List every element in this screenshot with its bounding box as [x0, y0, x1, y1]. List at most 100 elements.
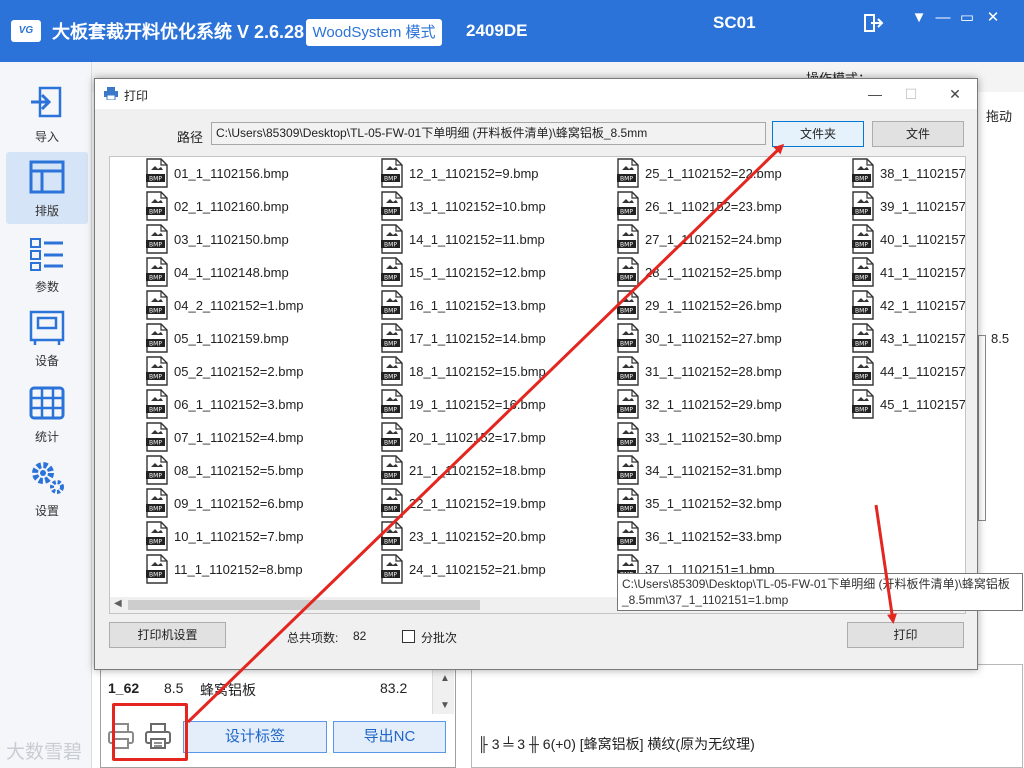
file-item[interactable]: BMP 04_1_1102148.bmp: [146, 256, 376, 288]
file-item[interactable]: BMP 18_1_1102152=15.bmp: [381, 355, 611, 387]
file-name: 36_1_1102152=33.bmp: [645, 529, 782, 544]
sidebar-item-device[interactable]: 设备: [6, 302, 88, 374]
svg-text:BMP: BMP: [149, 572, 162, 579]
bmp-file-icon: BMP: [617, 224, 639, 254]
svg-text:BMP: BMP: [384, 539, 397, 546]
watermark: 大数雪碧: [6, 742, 83, 763]
file-item[interactable]: BMP 35_1_1102152=32.bmp: [617, 487, 847, 519]
bmp-file-icon: BMP: [146, 389, 168, 419]
dialog-minimize-icon[interactable]: —: [865, 84, 885, 104]
file-item[interactable]: BMP 15_1_1102152=12.bmp: [381, 256, 611, 288]
sidebar-item-import[interactable]: 导入: [6, 78, 88, 150]
file-item[interactable]: BMP 30_1_1102152=27.bmp: [617, 322, 847, 354]
menu-icon[interactable]: ▼: [910, 10, 928, 26]
file-name: 16_1_1102152=13.bmp: [409, 298, 546, 313]
file-item[interactable]: BMP 34_1_1102152=31.bmp: [617, 454, 847, 486]
minimize-icon[interactable]: —: [934, 10, 952, 26]
file-item[interactable]: BMP 13_1_1102152=10.bmp: [381, 190, 611, 222]
file-item[interactable]: BMP 14_1_1102152=11.bmp: [381, 223, 611, 255]
file-item[interactable]: BMP 39_1_1102157: [852, 190, 965, 222]
svg-text:BMP: BMP: [620, 407, 633, 414]
file-item[interactable]: BMP 01_1_1102156.bmp: [146, 157, 376, 189]
file-item[interactable]: BMP 25_1_1102152=22.bmp: [617, 157, 847, 189]
file-item[interactable]: BMP 09_1_1102152=6.bmp: [146, 487, 376, 519]
file-item[interactable]: BMP 04_2_1102152=1.bmp: [146, 289, 376, 321]
file-item[interactable]: BMP 03_1_1102150.bmp: [146, 223, 376, 255]
file-item[interactable]: BMP 22_1_1102152=19.bmp: [381, 487, 611, 519]
scroll-left-icon[interactable]: ◀: [114, 598, 122, 609]
file-item[interactable]: BMP 28_1_1102152=25.bmp: [617, 256, 847, 288]
svg-text:BMP: BMP: [384, 374, 397, 381]
export-nc-button[interactable]: 导出NC: [333, 721, 446, 753]
file-item[interactable]: BMP 31_1_1102152=28.bmp: [617, 355, 847, 387]
maximize-icon[interactable]: ▭: [958, 10, 976, 26]
file-item[interactable]: BMP 27_1_1102152=24.bmp: [617, 223, 847, 255]
printer-settings-button[interactable]: 打印机设置: [109, 622, 226, 648]
bmp-file-icon: BMP: [381, 488, 403, 518]
svg-text:BMP: BMP: [384, 407, 397, 414]
scrollbar-thumb[interactable]: [128, 600, 480, 610]
bmp-file-icon: BMP: [852, 191, 874, 221]
list-scrollbar[interactable]: ▲ ▼: [432, 670, 454, 714]
file-item[interactable]: BMP 38_1_1102157: [852, 157, 965, 189]
file-item[interactable]: BMP 23_1_1102152=20.bmp: [381, 520, 611, 552]
sidebar-item-params[interactable]: 参数: [6, 228, 88, 300]
file-button[interactable]: 文件: [872, 121, 964, 147]
file-item[interactable]: BMP 05_2_1102152=2.bmp: [146, 355, 376, 387]
print-button[interactable]: 打印: [847, 622, 964, 648]
exit-icon[interactable]: [864, 14, 884, 32]
file-name: 08_1_1102152=5.bmp: [174, 463, 304, 478]
file-item[interactable]: BMP 20_1_1102152=17.bmp: [381, 421, 611, 453]
file-item[interactable]: BMP 43_1_1102157: [852, 322, 965, 354]
design-label-button[interactable]: 设计标签: [183, 721, 327, 753]
sidebar-item-settings[interactable]: 设置: [6, 452, 88, 524]
path-input[interactable]: C:\Users\85309\Desktop\TL-05-FW-01下单明细 (…: [211, 122, 766, 145]
file-item[interactable]: BMP 40_1_1102157: [852, 223, 965, 255]
bmp-file-icon: BMP: [146, 356, 168, 386]
dialog-close-icon[interactable]: ✕: [945, 84, 965, 104]
file-item[interactable]: BMP 45_1_1102157: [852, 388, 965, 420]
file-item[interactable]: BMP 08_1_1102152=5.bmp: [146, 454, 376, 486]
close-icon[interactable]: ✕: [984, 10, 1002, 26]
file-item[interactable]: BMP 07_1_1102152=4.bmp: [146, 421, 376, 453]
file-item[interactable]: BMP 11_1_1102152=8.bmp: [146, 553, 376, 585]
file-item[interactable]: BMP 10_1_1102152=7.bmp: [146, 520, 376, 552]
file-item[interactable]: BMP 24_1_1102152=21.bmp: [381, 553, 611, 585]
file-name: 09_1_1102152=6.bmp: [174, 496, 304, 511]
file-name: 01_1_1102156.bmp: [174, 166, 289, 181]
side-text-drag: 拖动: [986, 109, 1013, 124]
file-item[interactable]: BMP 44_1_1102157: [852, 355, 965, 387]
file-item[interactable]: BMP 17_1_1102152=14.bmp: [381, 322, 611, 354]
svg-text:BMP: BMP: [384, 473, 397, 480]
sidebar-item-label: 设备: [34, 354, 59, 368]
file-item[interactable]: BMP 19_1_1102152=16.bmp: [381, 388, 611, 420]
file-item[interactable]: BMP 36_1_1102152=33.bmp: [617, 520, 847, 552]
file-name: 04_2_1102152=1.bmp: [174, 298, 304, 313]
annotation-highlight-box: [112, 703, 188, 761]
file-item[interactable]: BMP 12_1_1102152=9.bmp: [381, 157, 611, 189]
mode-badge[interactable]: WoodSystem 模式: [306, 19, 442, 46]
file-item[interactable]: BMP 33_1_1102152=30.bmp: [617, 421, 847, 453]
file-item[interactable]: BMP 26_1_1102152=23.bmp: [617, 190, 847, 222]
file-item[interactable]: BMP 16_1_1102152=13.bmp: [381, 289, 611, 321]
file-item[interactable]: BMP 41_1_1102157: [852, 256, 965, 288]
folder-button[interactable]: 文件夹: [772, 121, 864, 147]
file-item[interactable]: BMP 29_1_1102152=26.bmp: [617, 289, 847, 321]
file-item[interactable]: BMP 05_1_1102159.bmp: [146, 322, 376, 354]
sidebar-item-layout[interactable]: 排版: [6, 152, 88, 224]
file-item[interactable]: BMP 42_1_1102157: [852, 289, 965, 321]
scroll-down-icon[interactable]: ▼: [440, 700, 450, 711]
svg-text:BMP: BMP: [620, 308, 633, 315]
file-item[interactable]: BMP 21_1_1102152=18.bmp: [381, 454, 611, 486]
sidebar-item-stats[interactable]: 统计: [6, 378, 88, 450]
scroll-up-icon[interactable]: ▲: [440, 673, 450, 684]
file-name: 33_1_1102152=30.bmp: [645, 430, 782, 445]
bmp-file-icon: BMP: [617, 488, 639, 518]
file-item[interactable]: BMP 02_1_1102160.bmp: [146, 190, 376, 222]
batch-checkbox[interactable]: [402, 630, 415, 643]
dialog-titlebar: 打印 — ☐ ✕: [95, 79, 977, 109]
svg-text:BMP: BMP: [149, 407, 162, 414]
file-item[interactable]: BMP 06_1_1102152=3.bmp: [146, 388, 376, 420]
svg-text:BMP: BMP: [620, 176, 633, 183]
file-item[interactable]: BMP 32_1_1102152=29.bmp: [617, 388, 847, 420]
